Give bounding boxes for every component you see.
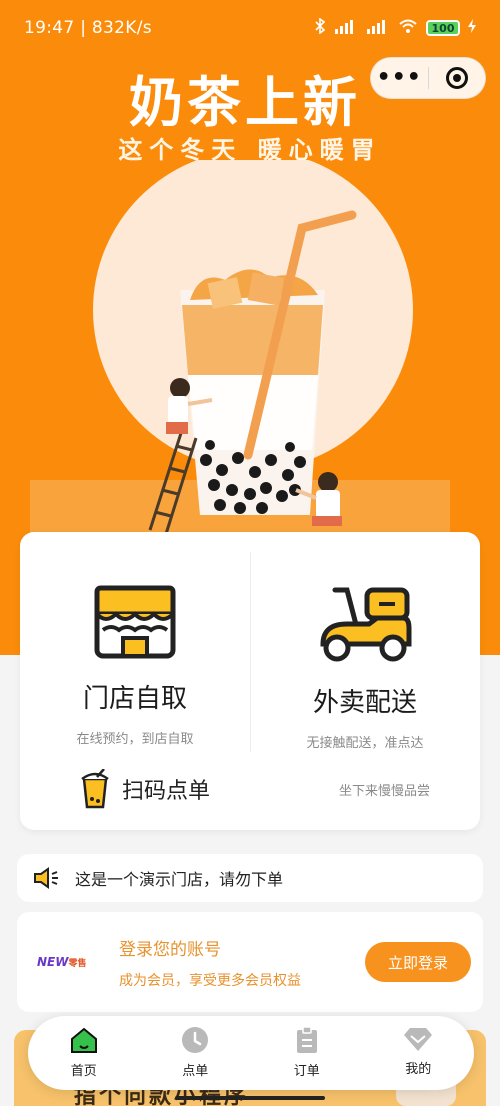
- store-icon: [94, 585, 176, 659]
- clipboard-icon: [296, 1026, 317, 1053]
- milk-tea-cup-icon: [81, 769, 109, 809]
- bluetooth-icon: [314, 17, 326, 38]
- login-subtitle: 成为会员，享受更多会员权益: [119, 972, 301, 989]
- battery-icon: 100: [426, 20, 460, 36]
- scan-order-button[interactable]: 扫码点单 坐下来慢慢品尝: [20, 756, 480, 830]
- scooter-icon: [320, 587, 412, 662]
- delivery-button[interactable]: 外卖配送 无接触配送，准点达: [250, 532, 480, 756]
- charging-icon: [468, 19, 476, 37]
- tab-profile-label: 我的: [405, 1062, 432, 1077]
- tab-home-label: 首页: [70, 1064, 97, 1079]
- signal-icon-2: [366, 18, 390, 38]
- bottom-tab-bar: 首页 点单 订单 我的: [28, 1016, 474, 1090]
- delivery-title: 外卖配送: [312, 688, 417, 718]
- tea-layer: [182, 305, 323, 375]
- more-dots-icon[interactable]: •••: [371, 67, 428, 89]
- scan-order-label: 扫码点单: [122, 779, 211, 804]
- service-card: 门店自取 在线预约，到店自取 外卖配送 无接触配送，准点达 扫码点单 坐下来慢慢…: [20, 532, 480, 830]
- notice-text: 这是一个演示门店，请勿下单: [75, 870, 284, 889]
- signal-icon: [334, 18, 358, 38]
- tab-profile[interactable]: 我的: [363, 1016, 475, 1090]
- store-pickup-button[interactable]: 门店自取 在线预约，到店自取: [20, 532, 250, 756]
- diamond-icon: [404, 1028, 433, 1051]
- tab-orders[interactable]: 订单: [251, 1016, 363, 1090]
- mini-program-capsule: •••: [370, 57, 486, 99]
- login-title: 登录您的账号: [119, 939, 221, 960]
- tab-home[interactable]: 首页: [28, 1016, 140, 1090]
- home-indicator: [175, 1096, 325, 1100]
- home-icon: [70, 1027, 97, 1053]
- milk-tea-illustration: [30, 160, 450, 540]
- target-icon[interactable]: [429, 67, 486, 89]
- wifi-icon: [398, 18, 418, 38]
- speaker-icon: [34, 867, 58, 889]
- status-time-speed: 19:47 | 832K/s: [24, 18, 152, 38]
- tab-orders-label: 订单: [293, 1064, 320, 1079]
- scan-order-subtitle: 坐下来慢慢品尝: [338, 783, 430, 799]
- store-pickup-title: 门店自取: [82, 684, 187, 714]
- status-bar: 19:47 | 832K/s 100: [0, 0, 500, 56]
- service-divider: [250, 552, 251, 752]
- delivery-subtitle: 无接触配送，准点达: [306, 736, 424, 751]
- clock-icon: [182, 1027, 209, 1053]
- login-card: NEW零售 登录您的账号 成为会员，享受更多会员权益 立即登录: [17, 912, 483, 1012]
- tab-order-label: 点单: [182, 1064, 209, 1079]
- ice-cube-2: [247, 272, 285, 306]
- login-button[interactable]: 立即登录: [365, 942, 471, 982]
- brand-logo: NEW零售: [37, 955, 87, 969]
- notice-bar: 这是一个演示门店，请勿下单: [17, 854, 483, 902]
- tab-order[interactable]: 点单: [140, 1016, 252, 1090]
- store-pickup-subtitle: 在线预约，到店自取: [76, 732, 194, 747]
